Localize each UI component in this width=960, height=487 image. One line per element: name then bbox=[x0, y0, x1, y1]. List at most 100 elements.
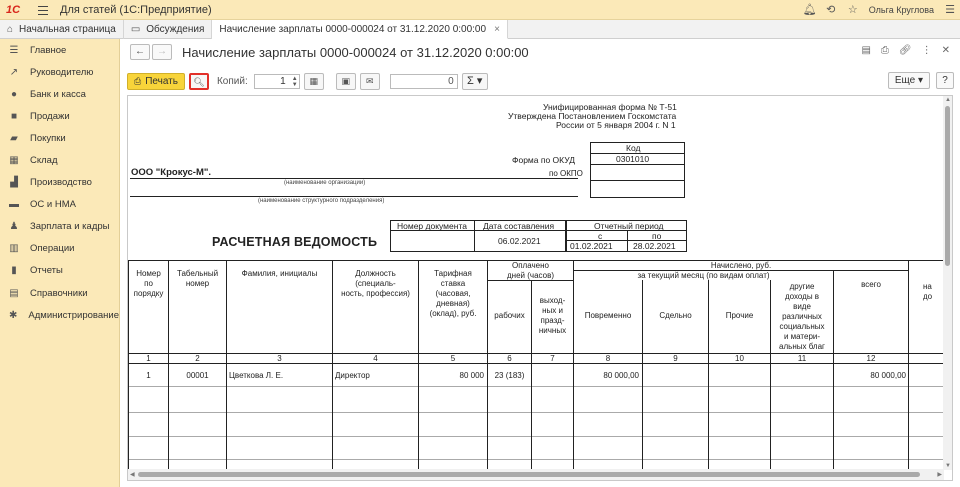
user-name[interactable]: Ольга Круглова bbox=[869, 5, 934, 15]
sidebar-item-label: Администрирование bbox=[28, 309, 119, 321]
period-from: 01.02.2021 bbox=[570, 241, 613, 251]
copies-input[interactable]: 1 ▲ ▼ bbox=[253, 74, 300, 89]
gear-icon: ✱ bbox=[9, 309, 18, 321]
more-vertical-icon[interactable]: ⋮ bbox=[922, 45, 932, 56]
sidebar-item-main[interactable]: ☰ Главное bbox=[0, 39, 119, 61]
col-num: 7 bbox=[550, 354, 555, 363]
sidebar-item-label: Операции bbox=[30, 243, 75, 255]
preview-button[interactable]: 🔍︎ bbox=[188, 73, 209, 90]
print-button[interactable]: ⎙ Печать bbox=[127, 73, 185, 90]
reports-icon: ▮ bbox=[11, 265, 17, 277]
sidebar: ☰ Главное ↗ Руководителю ● Банк и касса ■ Пр… bbox=[0, 39, 120, 487]
tab-home[interactable]: ⌂ Начальная страница bbox=[0, 20, 124, 39]
col-header-tab-number: Табельный номер bbox=[176, 269, 219, 288]
sidebar-item-admin[interactable]: ✱ Администрирование bbox=[0, 304, 119, 326]
okud-label: Форма по ОКУД bbox=[512, 155, 575, 165]
org-name: ООО "Крокус-М". bbox=[131, 167, 212, 178]
settings-button[interactable]: ▦ bbox=[303, 73, 324, 90]
copies-stepper[interactable]: ▲ ▼ bbox=[289, 76, 298, 88]
scroll-down-icon[interactable]: ▼ bbox=[945, 463, 951, 469]
hamburger-menu-icon[interactable] bbox=[36, 3, 50, 17]
col-num: 12 bbox=[866, 354, 876, 363]
document-header: ← → Начисление зарплаты 0000-000024 от 3… bbox=[130, 44, 529, 60]
cart-icon: ▰ bbox=[10, 132, 18, 144]
tab-discussions[interactable]: ▭ Обсуждения bbox=[124, 20, 213, 39]
sidebar-item-assets[interactable]: ▬ ОС и НМА bbox=[0, 194, 119, 216]
sum-dropdown[interactable]: Σ ▾ bbox=[461, 73, 488, 90]
printer-icon: ⎙ bbox=[134, 76, 142, 86]
spreadsheet-document[interactable]: Унифицированная форма № Т-51 Утверждена … bbox=[127, 95, 953, 481]
back-button[interactable]: ← bbox=[130, 44, 150, 60]
horizontal-scroll-thumb[interactable] bbox=[138, 472, 920, 477]
period-from-label: с bbox=[598, 231, 603, 241]
scroll-up-icon[interactable]: ▲ bbox=[945, 97, 951, 103]
history-icon[interactable]: ⟲ bbox=[825, 4, 837, 16]
sidebar-item-label: Руководителю bbox=[30, 66, 94, 78]
window-title: Для статей (1С:Предприятие) bbox=[60, 3, 212, 16]
more-button[interactable]: Еще ▾ bbox=[887, 72, 930, 89]
sidebar-item-production[interactable]: ▟ Производство bbox=[0, 172, 119, 194]
close-tab-icon[interactable]: × bbox=[494, 24, 500, 35]
sidebar-item-label: Покупки bbox=[30, 132, 66, 144]
row-days: 23 (183) bbox=[494, 371, 525, 380]
tab-payroll-document[interactable]: Начисление зарплаты 0000-000024 от 31.12… bbox=[212, 20, 508, 39]
col-header-time-pay: Повременно bbox=[584, 311, 632, 320]
bell-icon[interactable]: 🔔︎ bbox=[803, 4, 817, 16]
print-icon[interactable]: ⎙ bbox=[881, 45, 889, 56]
code-header: Код bbox=[626, 143, 641, 153]
people-icon: ♟ bbox=[9, 221, 19, 233]
sidebar-item-payroll[interactable]: ♟ Зарплата и кадры bbox=[0, 216, 119, 238]
page-title: Начисление зарплаты 0000-000024 от 31.12… bbox=[182, 44, 529, 60]
col-num: 4 bbox=[373, 354, 378, 363]
doc-date: 06.02.2021 bbox=[498, 236, 541, 246]
sidebar-item-purchases[interactable]: ▰ Покупки bbox=[0, 127, 119, 149]
assets-icon: ▬ bbox=[9, 199, 19, 211]
book-icon: ▤ bbox=[9, 287, 19, 299]
form-line-3: России от 5 января 2004 г. N 1 bbox=[556, 120, 676, 130]
star-icon[interactable]: ☆ bbox=[847, 4, 859, 16]
sum-field[interactable]: 0 bbox=[389, 74, 458, 89]
vertical-scroll-thumb[interactable] bbox=[945, 106, 950, 266]
sidebar-item-reports[interactable]: ▮ Отчеты bbox=[0, 260, 119, 282]
sidebar-item-catalogs[interactable]: ▤ Справочники bbox=[0, 282, 119, 304]
col-header-paid-days: Оплачено дней (часов) bbox=[507, 261, 554, 280]
sidebar-item-operations[interactable]: ▥ Операции bbox=[0, 238, 119, 260]
sidebar-item-warehouse[interactable]: ▦ Склад bbox=[0, 149, 119, 171]
scroll-right-icon[interactable]: ▶ bbox=[937, 471, 942, 478]
sidebar-item-sales[interactable]: ■ Продажи bbox=[0, 105, 119, 127]
col-num: 2 bbox=[195, 354, 200, 363]
col-header-total: всего bbox=[861, 280, 881, 289]
sidebar-item-manager[interactable]: ↗ Руководителю bbox=[0, 61, 119, 83]
row-position: Директор bbox=[335, 371, 370, 380]
email-button[interactable]: ✉ bbox=[359, 73, 380, 90]
coin-icon: ● bbox=[10, 88, 18, 100]
col-header-current-month: за текущий месяц (по видам оплат) bbox=[637, 271, 770, 280]
forward-button[interactable]: → bbox=[152, 44, 172, 60]
horizontal-scrollbar[interactable]: ◀ ▶ bbox=[128, 469, 944, 480]
operations-icon: ▥ bbox=[9, 243, 19, 255]
print-toolbar: ⎙ Печать 🔍︎ Копий: 1 ▲ ▼ ▦ ▣ ✉ 0 Σ ▾ Еще … bbox=[127, 72, 954, 91]
window-menu-icon[interactable]: ☰ bbox=[944, 4, 956, 16]
okud-value: 0301010 bbox=[616, 154, 650, 164]
help-button[interactable]: ? bbox=[936, 72, 954, 89]
doc-date-label: Дата составления bbox=[483, 221, 555, 231]
col-header-position: Должность (специаль- ность, профессия) bbox=[341, 269, 410, 298]
save-button[interactable]: ▣ bbox=[335, 73, 356, 90]
save-icon[interactable]: ▤ bbox=[861, 45, 870, 56]
col-header-rate: Тарифная ставка (часовая, дневная) (окла… bbox=[429, 269, 477, 318]
sidebar-item-label: Главное bbox=[30, 44, 67, 56]
col-num: 5 bbox=[450, 354, 456, 363]
sidebar-item-bank[interactable]: ● Банк и касса bbox=[0, 83, 119, 105]
col-header-piece-pay: Сдельно bbox=[659, 311, 692, 320]
vertical-scrollbar[interactable]: ▲ ▼ bbox=[943, 96, 952, 470]
col-num: 3 bbox=[277, 354, 282, 363]
close-icon[interactable]: ✕ bbox=[942, 45, 950, 56]
scroll-left-icon[interactable]: ◀ bbox=[130, 471, 135, 478]
col-header-number: Номер по порядку bbox=[133, 269, 164, 298]
doc-number-label: Номер документа bbox=[397, 221, 467, 231]
link-icon[interactable]: 🔗︎ bbox=[899, 45, 912, 56]
tab-label: Начальная страница bbox=[19, 24, 116, 35]
sidebar-item-label: Банк и касса bbox=[30, 88, 86, 100]
bag-icon: ■ bbox=[10, 110, 18, 122]
dept-caption: (наименование структурного подразделения… bbox=[258, 198, 385, 204]
